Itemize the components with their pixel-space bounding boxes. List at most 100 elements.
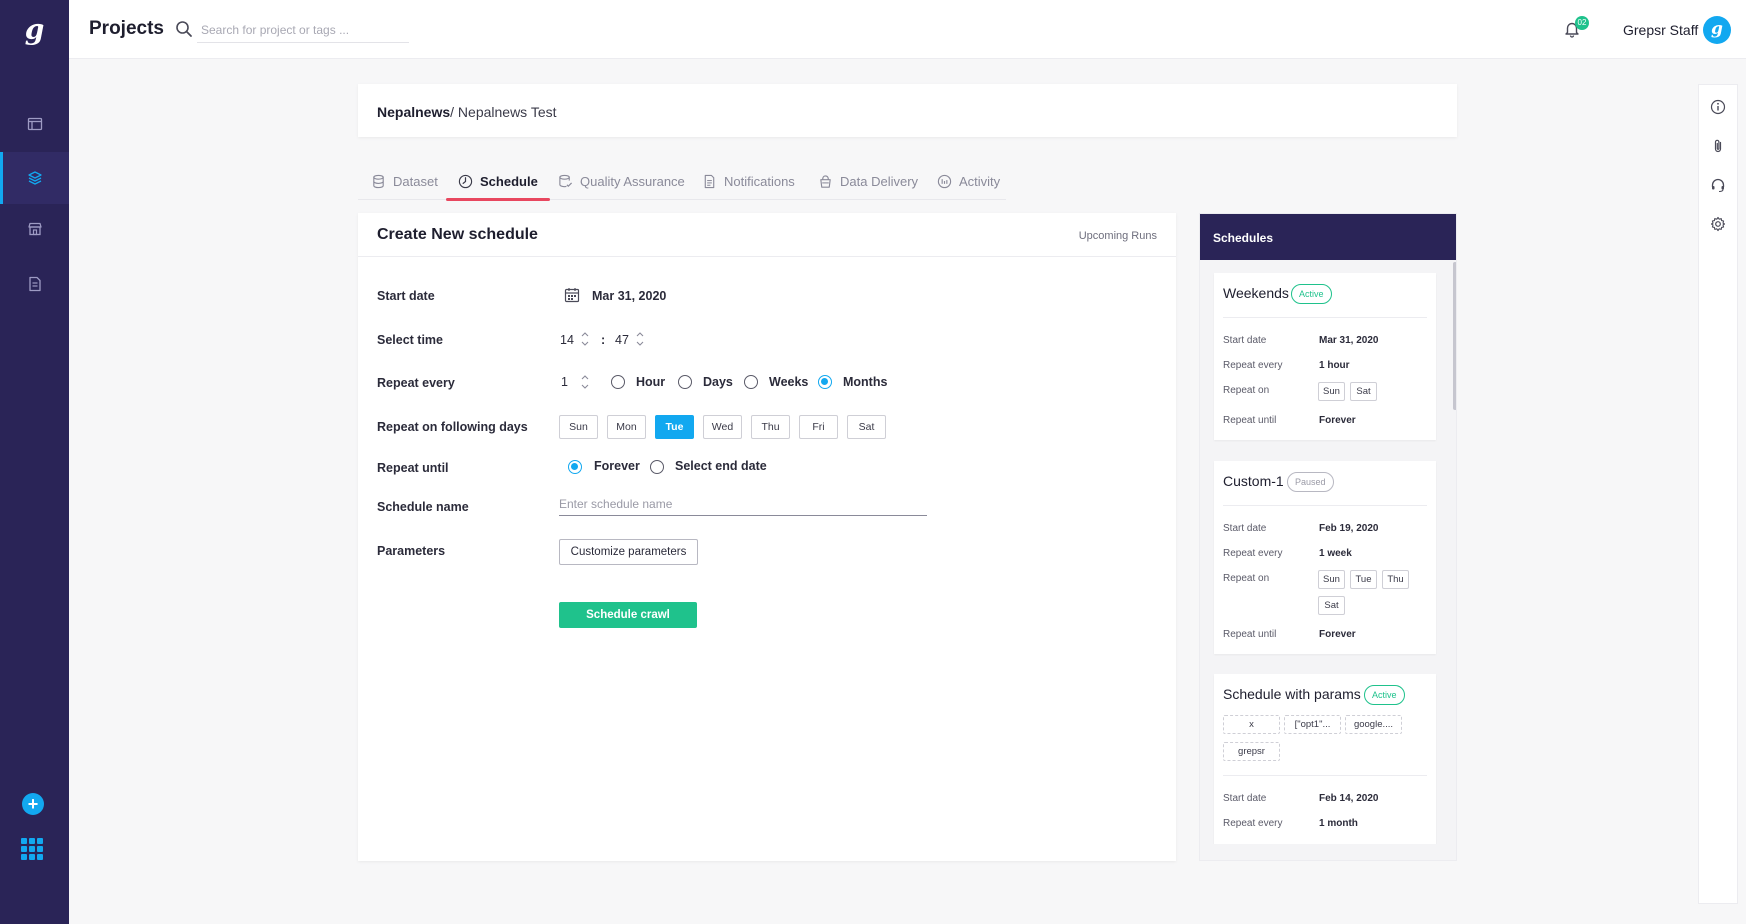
repeat-on-key: Repeat on: [1223, 573, 1270, 584]
start-date-val: Mar 31, 2020: [1319, 335, 1379, 346]
apps-grid-icon[interactable]: [21, 838, 43, 860]
radio-forever-label: Forever: [594, 459, 640, 473]
sidebar-item-billing[interactable]: [0, 258, 69, 310]
day-chip: Sat: [1318, 596, 1345, 615]
tab-data-delivery[interactable]: Data Delivery: [818, 162, 918, 200]
repeat-until-val: Forever: [1319, 629, 1356, 640]
schedule-crawl-button[interactable]: Schedule crawl: [559, 602, 697, 628]
repeat-every-val: 1 month: [1319, 818, 1358, 829]
delivery-icon: [820, 174, 831, 188]
page-title: Projects: [89, 18, 164, 39]
customize-parameters-button[interactable]: Customize parameters: [559, 539, 698, 565]
hour-stepper-icon[interactable]: [580, 330, 590, 348]
repeat-count-stepper-icon[interactable]: [580, 373, 590, 391]
day-mon-button[interactable]: Mon: [607, 415, 646, 439]
schedules-scrollbar[interactable]: [1453, 262, 1456, 410]
day-thu-button[interactable]: Thu: [751, 415, 790, 439]
tab-bar: Dataset Schedule Quality Assurance Notif…: [358, 162, 1006, 201]
breadcrumb-current: Nepalnews Test: [454, 104, 557, 120]
repeat-until-val: Forever: [1319, 415, 1356, 426]
schedules-panel: Schedules Weekends Active Start date Mar…: [1199, 213, 1457, 861]
top-header: Projects 02 Grepsr Staff g: [69, 0, 1746, 59]
radio-days[interactable]: [678, 375, 692, 389]
app-logo[interactable]: g: [0, 0, 69, 59]
radio-days-label: Days: [703, 375, 733, 389]
radio-hour[interactable]: [611, 375, 625, 389]
start-date-label: Start date: [377, 289, 435, 303]
paperclip-icon[interactable]: [1710, 138, 1726, 154]
user-name[interactable]: Grepsr Staff: [1623, 22, 1698, 38]
card-divider: [1223, 505, 1427, 506]
right-rail: [1698, 84, 1738, 904]
document-icon: [704, 174, 715, 188]
repeat-every-label: Repeat every: [377, 376, 455, 390]
schedules-list[interactable]: Weekends Active Start date Mar 31, 2020 …: [1200, 260, 1456, 844]
radio-end-date-label: Select end date: [675, 459, 767, 473]
schedule-name: Schedule with params: [1223, 686, 1361, 702]
param-chip: google....: [1345, 715, 1402, 734]
repeat-every-key: Repeat every: [1223, 360, 1283, 371]
repeat-until-key: Repeat until: [1223, 629, 1277, 640]
tab-activity[interactable]: Activity: [937, 162, 1000, 200]
schedule-name-input[interactable]: [559, 492, 927, 516]
calendar-icon[interactable]: [564, 287, 580, 303]
search-icon: [176, 21, 192, 37]
add-icon[interactable]: +: [22, 793, 44, 815]
radio-weeks-label: Weeks: [769, 375, 809, 389]
tab-quality-assurance[interactable]: Quality Assurance: [558, 162, 685, 200]
repeat-days-label: Repeat on following days: [377, 420, 528, 434]
start-date-val: Feb 19, 2020: [1319, 523, 1379, 534]
schedule-name: Custom-1: [1223, 473, 1284, 489]
radio-end-date[interactable]: [650, 460, 664, 474]
headset-icon[interactable]: [1710, 177, 1726, 193]
hour-value[interactable]: 14: [560, 333, 574, 347]
database-icon: [373, 174, 384, 188]
schedule-card[interactable]: Custom-1 Paused Start date Feb 19, 2020 …: [1214, 461, 1436, 654]
repeat-until-label: Repeat until: [377, 461, 449, 475]
day-wed-button[interactable]: Wed: [703, 415, 742, 439]
card-divider: [1223, 775, 1427, 776]
time-separator: :: [601, 333, 606, 347]
day-chip: Sun: [1318, 570, 1345, 589]
tab-schedule[interactable]: Schedule: [446, 162, 550, 201]
breadcrumb-parent[interactable]: Nepalnews: [377, 104, 450, 120]
repeat-count-value[interactable]: 1: [561, 375, 568, 389]
upcoming-runs-link[interactable]: Upcoming Runs: [1079, 230, 1157, 242]
day-chip: Thu: [1382, 570, 1409, 589]
repeat-on-key: Repeat on: [1223, 385, 1270, 396]
info-icon[interactable]: [1710, 99, 1726, 115]
avatar[interactable]: g: [1703, 16, 1731, 44]
start-date-value[interactable]: Mar 31, 2020: [592, 289, 666, 303]
day-tue-button[interactable]: Tue: [655, 415, 694, 439]
tab-dataset[interactable]: Dataset: [371, 162, 438, 200]
minute-stepper-icon[interactable]: [635, 330, 645, 348]
repeat-every-key: Repeat every: [1223, 548, 1283, 559]
tab-notifications[interactable]: Notifications: [702, 162, 795, 200]
repeat-every-val: 1 hour: [1319, 360, 1350, 371]
radio-forever[interactable]: [568, 460, 582, 474]
schedule-card[interactable]: Weekends Active Start date Mar 31, 2020 …: [1214, 273, 1436, 440]
status-badge: Active: [1291, 284, 1332, 304]
day-fri-button[interactable]: Fri: [799, 415, 838, 439]
gear-icon[interactable]: [1710, 216, 1726, 232]
sidebar-item-projects[interactable]: [0, 152, 69, 204]
day-sat-button[interactable]: Sat: [847, 415, 886, 439]
tab-label: Schedule: [480, 173, 538, 189]
radio-hour-label: Hour: [636, 375, 666, 389]
tab-label: Dataset: [393, 173, 438, 189]
schedule-card[interactable]: Schedule with params Active x ["opt1"...…: [1214, 674, 1436, 844]
sidebar-item-browser[interactable]: [0, 98, 69, 150]
day-chip: Sat: [1350, 382, 1377, 401]
radio-weeks[interactable]: [744, 375, 758, 389]
minute-value[interactable]: 47: [615, 333, 629, 347]
activity-icon: [937, 174, 952, 188]
browser-window-icon: [27, 117, 42, 131]
search-input[interactable]: [197, 17, 409, 43]
qa-icon: [559, 174, 573, 187]
store-icon: [27, 222, 42, 236]
sidebar-item-marketplace[interactable]: [0, 203, 69, 255]
layers-icon: [27, 171, 42, 185]
day-sun-button[interactable]: Sun: [559, 415, 598, 439]
param-chip: grepsr: [1223, 742, 1280, 761]
radio-months[interactable]: [818, 375, 832, 389]
